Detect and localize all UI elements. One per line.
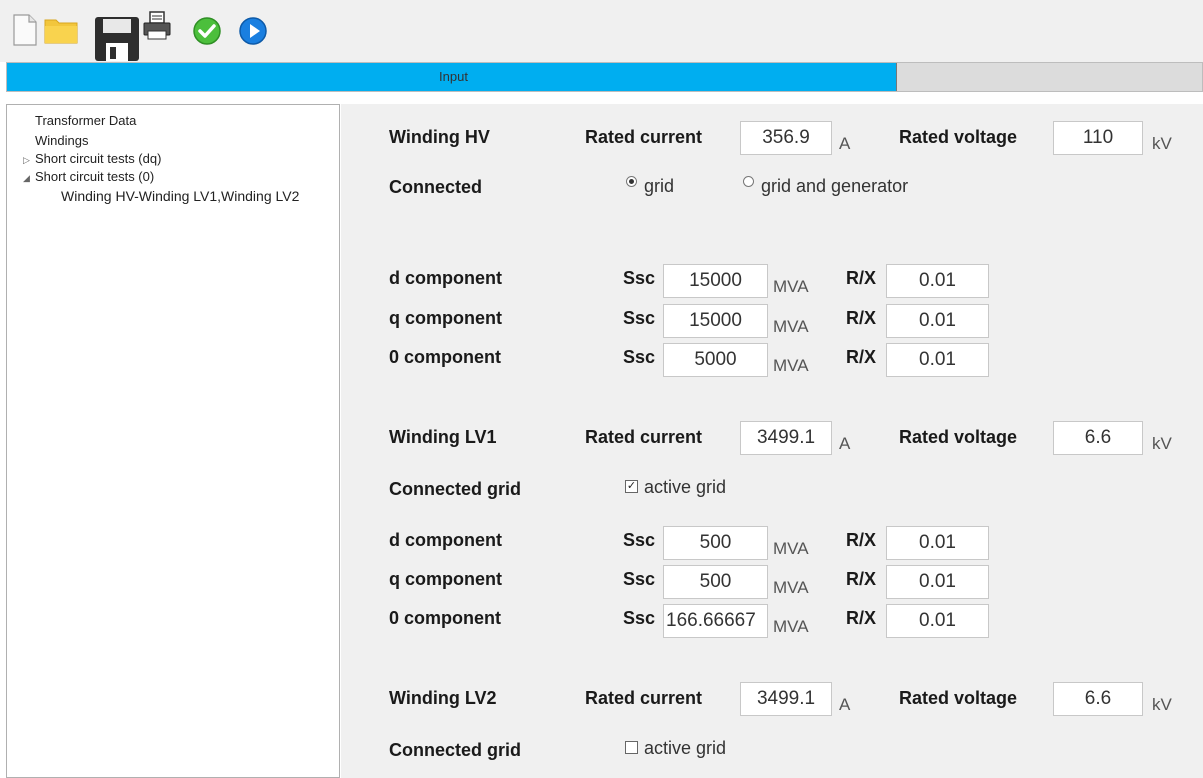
zero-component-label: 0 component	[389, 347, 502, 367]
tree-item-label: Short circuit tests (dq)	[35, 151, 162, 166]
unit-mva: MVA	[773, 617, 809, 636]
winding-lv1-title: Winding LV1	[389, 427, 497, 447]
unit-mva: MVA	[773, 317, 809, 336]
lv1-q-rx-field[interactable]: 0.01	[886, 565, 989, 599]
tree-item-short-circuit-0[interactable]: ◢ Short circuit tests (0)	[23, 169, 154, 184]
radio-grid-label[interactable]: grid	[644, 176, 674, 197]
ssc-label: Ssc	[623, 530, 656, 550]
tree-item-winding-combo[interactable]: Winding HV-Winding LV1,Winding LV2	[61, 188, 299, 204]
ssc-label: Ssc	[623, 347, 656, 367]
lv1-rated-voltage-field[interactable]: 6.6	[1053, 421, 1143, 455]
rated-voltage-label: Rated voltage	[899, 688, 1018, 708]
hv-d-rx-field[interactable]: 0.01	[886, 264, 989, 298]
save-disk-icon[interactable]	[94, 16, 140, 62]
radio-grid-and-generator[interactable]	[743, 176, 754, 187]
d-component-label: d component	[389, 530, 502, 550]
unit-mva: MVA	[773, 578, 809, 597]
winding-hv-title: Winding HV	[389, 127, 490, 147]
rated-voltage-label: Rated voltage	[899, 427, 1018, 447]
lv1-q-ssc-field[interactable]: 500	[663, 565, 768, 599]
lv1-zero-ssc-field[interactable]: 166.66667	[663, 604, 768, 638]
hv-rated-voltage-field[interactable]: 110	[1053, 121, 1143, 155]
lv1-d-rx-field[interactable]: 0.01	[886, 526, 989, 560]
hv-zero-rx-field[interactable]: 0.01	[886, 343, 989, 377]
lv1-d-ssc-field[interactable]: 500	[663, 526, 768, 560]
unit-a: A	[839, 434, 851, 453]
run-play-icon[interactable]	[238, 16, 268, 46]
hv-zero-ssc-field[interactable]: 5000	[663, 343, 768, 377]
print-icon[interactable]	[142, 11, 172, 41]
windings-form: Winding HV Rated current 356.9 A Rated v…	[341, 104, 1203, 778]
tree-item-short-circuit-dq[interactable]: ▷ Short circuit tests (dq)	[23, 151, 161, 166]
progress-bar: Input	[6, 62, 1203, 92]
hv-q-rx-field[interactable]: 0.01	[886, 304, 989, 338]
unit-kv: kV	[1152, 434, 1172, 453]
toolbar	[0, 0, 1203, 62]
rated-voltage-label: Rated voltage	[899, 127, 1018, 147]
unit-a: A	[839, 695, 851, 714]
winding-lv2-title: Winding LV2	[389, 688, 497, 708]
hv-d-ssc-field[interactable]: 15000	[663, 264, 768, 298]
rated-current-label: Rated current	[585, 688, 703, 708]
rated-current-label: Rated current	[585, 427, 703, 447]
tree-item-windings[interactable]: Windings	[35, 133, 88, 148]
tree-item-label: Winding HV-Winding LV1,Winding LV2	[61, 188, 300, 204]
connected-grid-label: Connected grid	[389, 479, 522, 499]
hv-q-ssc-field[interactable]: 15000	[663, 304, 768, 338]
progress-label: Input	[439, 69, 468, 84]
ssc-label: Ssc	[623, 608, 656, 628]
radio-grid-and-generator-label[interactable]: grid and generator	[761, 176, 908, 197]
new-document-icon[interactable]	[12, 14, 38, 46]
connected-grid-label: Connected grid	[389, 740, 522, 760]
rx-label: R/X	[846, 530, 877, 550]
connected-label: Connected	[389, 177, 483, 197]
d-component-label: d component	[389, 268, 502, 288]
expand-arrow-icon[interactable]: ▷	[23, 155, 35, 166]
lv2-active-grid-label[interactable]: active grid	[644, 738, 726, 759]
tree-item-label: Short circuit tests (0)	[35, 169, 155, 184]
unit-mva: MVA	[773, 539, 809, 558]
rx-label: R/X	[846, 608, 877, 628]
unit-kv: kV	[1152, 134, 1172, 153]
radio-grid[interactable]	[626, 176, 637, 187]
rx-label: R/X	[846, 569, 877, 589]
tree-item-label: Transformer Data	[35, 113, 137, 128]
unit-a: A	[839, 134, 851, 153]
ssc-label: Ssc	[623, 569, 656, 589]
tree-item-transformer-data[interactable]: Transformer Data	[35, 113, 136, 128]
rx-label: R/X	[846, 268, 877, 288]
unit-mva: MVA	[773, 277, 809, 296]
rx-label: R/X	[846, 308, 877, 328]
lv2-rated-current-field[interactable]: 3499.1	[740, 682, 832, 716]
ssc-label: Ssc	[623, 268, 656, 288]
ssc-label: Ssc	[623, 308, 656, 328]
q-component-label: q component	[389, 308, 502, 328]
rated-current-label: Rated current	[585, 127, 703, 147]
open-folder-icon[interactable]	[44, 16, 78, 44]
collapse-arrow-icon[interactable]: ◢	[23, 173, 35, 184]
navigation-tree: Transformer Data Windings ▷ Short circuit…	[6, 104, 340, 778]
validate-check-icon[interactable]	[192, 16, 222, 46]
q-component-label: q component	[389, 569, 502, 589]
lv2-rated-voltage-field[interactable]: 6.6	[1053, 682, 1143, 716]
lv1-rated-current-field[interactable]: 3499.1	[740, 421, 832, 455]
lv1-active-grid-checkbox[interactable]: ✓	[625, 480, 638, 493]
unit-kv: kV	[1152, 695, 1172, 714]
lv1-active-grid-label[interactable]: active grid	[644, 477, 726, 498]
hv-rated-current-field[interactable]: 356.9	[740, 121, 832, 155]
zero-component-label: 0 component	[389, 608, 502, 628]
unit-mva: MVA	[773, 356, 809, 375]
lv1-zero-rx-field[interactable]: 0.01	[886, 604, 989, 638]
tree-item-label: Windings	[35, 133, 89, 148]
rx-label: R/X	[846, 347, 877, 367]
lv2-active-grid-checkbox[interactable]	[625, 741, 638, 754]
